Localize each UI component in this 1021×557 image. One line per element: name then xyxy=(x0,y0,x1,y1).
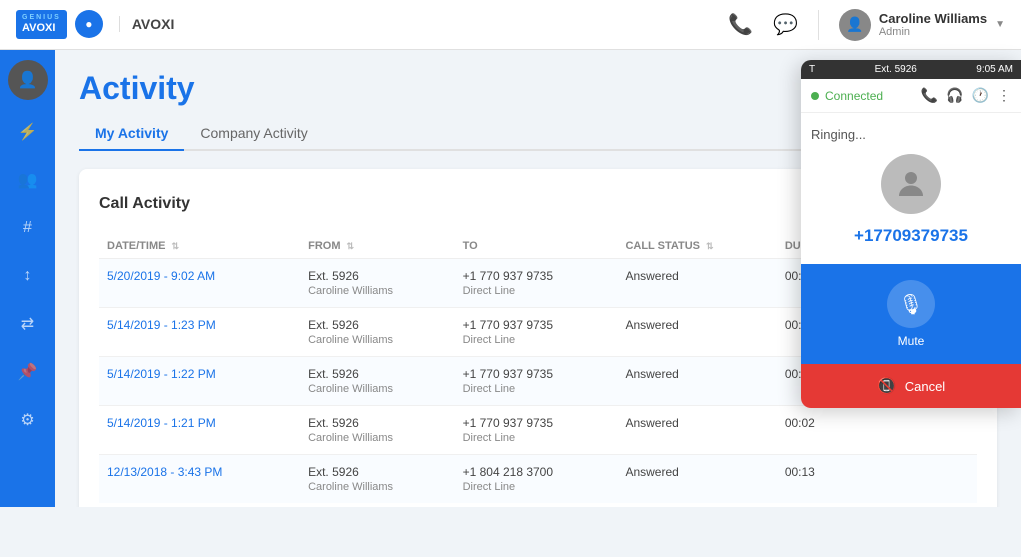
user-details: Caroline Williams Admin xyxy=(879,11,987,38)
phone-time: 9:05 AM xyxy=(976,64,1013,75)
more-icon[interactable]: ⋮ xyxy=(997,87,1011,104)
user-role: Admin xyxy=(879,26,987,38)
logo-text: GENIUS AVOXI xyxy=(16,10,67,40)
sort-icon-datetime: ⇅ xyxy=(172,241,180,251)
logo-sub: GENIUS xyxy=(22,14,61,22)
sidebar-item-settings[interactable]: ⚙ xyxy=(8,400,48,440)
sidebar-item-hash[interactable]: # xyxy=(8,208,48,248)
nav-divider xyxy=(818,10,819,40)
cell-status: Answered xyxy=(617,455,776,504)
phone-ext: Ext. 5926 xyxy=(875,64,917,75)
sidebar-item-shuffle[interactable]: ⇄ xyxy=(8,304,48,344)
phone-number: +17709379735 xyxy=(854,226,968,246)
carrier-icon: T xyxy=(809,64,815,75)
ringing-text: Ringing... xyxy=(811,127,866,142)
tab-company-activity[interactable]: Company Activity xyxy=(184,117,323,151)
cell-to: +1 770 937 9735Direct Line xyxy=(455,357,618,406)
table-row: 12/13/2018 - 3:43 PM Ext. 5926Caroline W… xyxy=(99,455,977,504)
brand-label: AVOXI xyxy=(119,16,175,32)
col-datetime: DATE/TIME ⇅ xyxy=(99,234,300,259)
avatar: 👤 xyxy=(839,9,871,41)
sidebar-item-lightning[interactable]: ⚡ xyxy=(8,112,48,152)
phone-blue-section: 🎙 Mute xyxy=(801,264,1021,364)
cell-from: Ext. 5926Caroline Williams xyxy=(300,259,455,308)
cell-duration: 00:13 xyxy=(777,455,889,504)
cell-to: +1 770 937 9735Direct Line xyxy=(455,308,618,357)
message-nav-icon[interactable]: 💬 xyxy=(773,12,798,37)
cell-duration: 00:02 xyxy=(777,406,889,455)
navbar-right: 📞 💬 👤 Caroline Williams Admin ▼ xyxy=(728,9,1005,41)
cell-datetime: 12/13/2018 - 3:43 PM xyxy=(99,455,300,504)
contact-silhouette-icon xyxy=(893,166,929,202)
cell-from: Ext. 5926Caroline Williams xyxy=(300,406,455,455)
cell-datetime: 5/20/2019 - 9:02 AM xyxy=(99,259,300,308)
cell-datetime: 5/14/2019 - 1:21 PM xyxy=(99,406,300,455)
cancel-button[interactable]: 📵 Cancel xyxy=(801,364,1021,408)
chevron-down-icon: ▼ xyxy=(995,19,1005,30)
cell-disposition xyxy=(889,455,977,504)
end-call-icon: 📵 xyxy=(877,376,897,396)
phone-controls: 📞 🎧 🕐 ⋮ xyxy=(921,87,1011,104)
microphone-icon: 🎙 xyxy=(898,292,923,317)
col-from: FROM ⇅ xyxy=(300,234,455,259)
phone-nav-icon[interactable]: 📞 xyxy=(728,12,753,37)
phone-status-left: T xyxy=(809,64,815,75)
phone-status-bar: T Ext. 5926 9:05 AM xyxy=(801,60,1021,79)
cell-from: Ext. 5926Caroline Williams xyxy=(300,455,455,504)
mute-button[interactable]: 🎙 xyxy=(887,280,935,328)
sidebar-avatar[interactable]: 👤 xyxy=(8,60,48,100)
cell-to: +1 770 937 9735Direct Line xyxy=(455,259,618,308)
table-row: 5/14/2019 - 1:21 PM Ext. 5926Caroline Wi… xyxy=(99,406,977,455)
cell-from: Ext. 5926Caroline Williams xyxy=(300,357,455,406)
sidebar: 👤 ⚡ 👥 # ↕ ⇄ 📌 ⚙ xyxy=(0,50,55,507)
sort-icon-from: ⇅ xyxy=(347,241,355,251)
tab-my-activity[interactable]: My Activity xyxy=(79,117,184,151)
cell-datetime: 5/14/2019 - 1:23 PM xyxy=(99,308,300,357)
cell-status: Answered xyxy=(617,406,776,455)
logo: GENIUS AVOXI ● AVOXI xyxy=(16,10,174,40)
cell-to: +1 770 937 9735Direct Line xyxy=(455,406,618,455)
contact-avatar xyxy=(881,154,941,214)
card-title: Call Activity xyxy=(99,195,190,213)
connected-text: Connected xyxy=(825,89,915,103)
cell-status: Answered xyxy=(617,357,776,406)
cell-disposition xyxy=(889,406,977,455)
cell-status: Answered xyxy=(617,259,776,308)
phone-widget: T Ext. 5926 9:05 AM Connected 📞 🎧 🕐 ⋮ Ri… xyxy=(801,60,1021,408)
sidebar-item-flow[interactable]: ↕ xyxy=(8,256,48,296)
user-menu[interactable]: 👤 Caroline Williams Admin ▼ xyxy=(839,9,1005,41)
cell-to: +1 804 218 3700Direct Line xyxy=(455,455,618,504)
mute-label: Mute xyxy=(898,334,925,348)
cell-from: Ext. 5926Caroline Williams xyxy=(300,308,455,357)
logo-icon: ● xyxy=(75,10,103,38)
cell-datetime: 5/14/2019 - 1:22 PM xyxy=(99,357,300,406)
user-name: Caroline Williams xyxy=(879,11,987,26)
phone-connected-bar: Connected 📞 🎧 🕐 ⋮ xyxy=(801,79,1021,113)
navbar: GENIUS AVOXI ● AVOXI 📞 💬 👤 Caroline Will… xyxy=(0,0,1021,50)
connected-dot xyxy=(811,92,819,100)
cancel-label: Cancel xyxy=(905,379,945,394)
col-to: TO xyxy=(455,234,618,259)
headset-icon[interactable]: 🎧 xyxy=(946,87,963,104)
phone-body: Ringing... +17709379735 xyxy=(801,113,1021,264)
sort-icon-status: ⇅ xyxy=(706,241,714,251)
col-status: CALL STATUS ⇅ xyxy=(617,234,776,259)
clock-icon[interactable]: 🕐 xyxy=(972,87,989,104)
sidebar-item-pin[interactable]: 📌 xyxy=(8,352,48,392)
sidebar-item-users[interactable]: 👥 xyxy=(8,160,48,200)
phone-icon[interactable]: 📞 xyxy=(921,87,938,104)
cell-status: Answered xyxy=(617,308,776,357)
